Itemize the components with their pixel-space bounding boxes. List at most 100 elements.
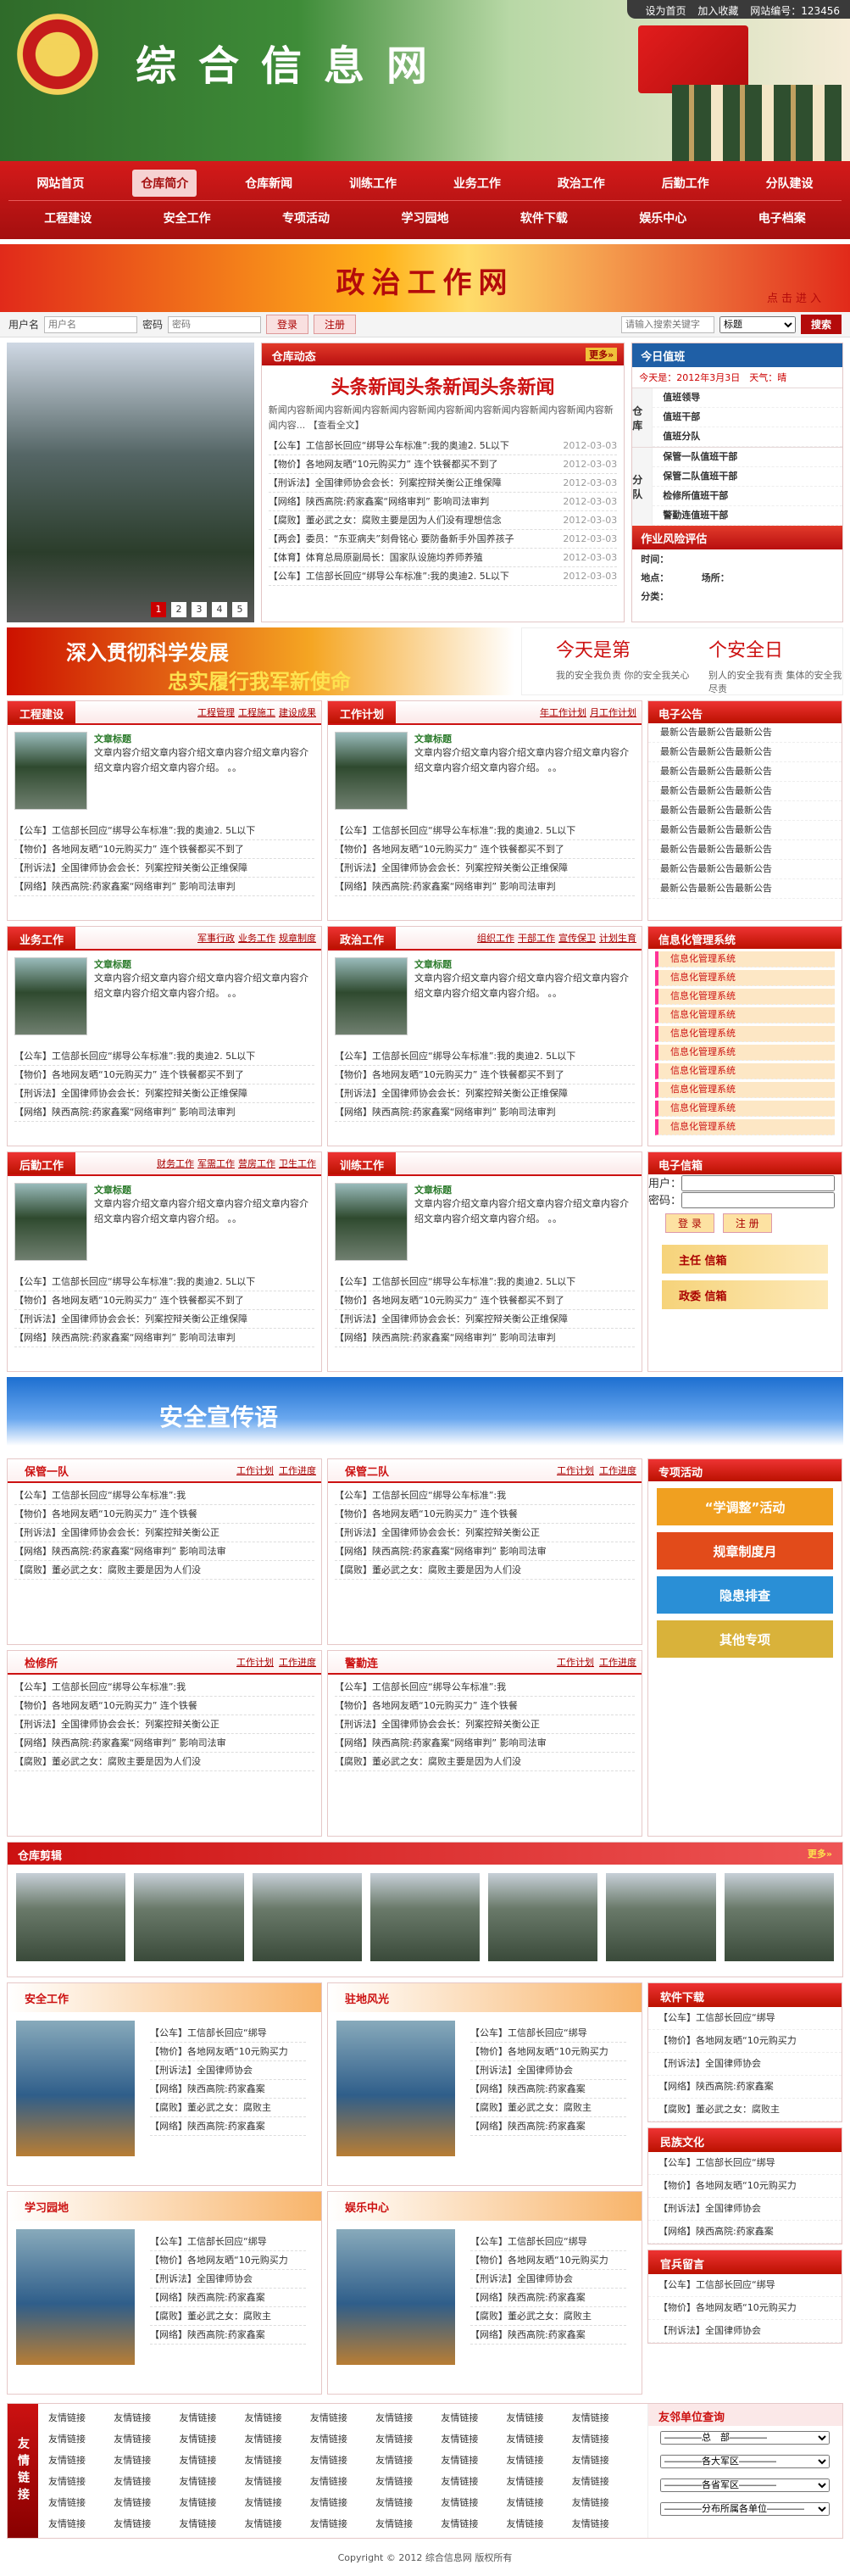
news-item[interactable]: 【腐败】董必武之女：腐败主要是因为人们没有理想信念2012-03-03 xyxy=(269,511,618,530)
duty-item[interactable]: 保管一队值班干部 xyxy=(653,448,842,467)
friend-link[interactable]: 友情链接 xyxy=(441,2411,506,2425)
photo-module-item[interactable]: 【公车】工信部长回应“绑导 xyxy=(150,2024,306,2043)
friend-link[interactable]: 友情链接 xyxy=(48,2495,114,2510)
news-item-title[interactable]: 【刑诉法】全国律师协会会长：列案控辩关衡公正维保障 xyxy=(269,474,502,492)
module-list-item[interactable]: 【物价】各地网友晒“10元购买力” 连个铁餐都买不到了 xyxy=(14,1291,314,1310)
gallery-photo[interactable] xyxy=(488,1873,597,1961)
friend-link[interactable]: 友情链接 xyxy=(48,2411,114,2425)
news-item-title[interactable]: 【公车】工信部长回应“绑导公车标准”:我的奥迪2. 5L以下 xyxy=(269,567,509,585)
module-image[interactable] xyxy=(335,732,408,810)
team-module-sublink[interactable]: 工作进度 xyxy=(279,1465,316,1476)
friend-link[interactable]: 友情链接 xyxy=(375,2495,441,2510)
team-module-sublink[interactable]: 工作进度 xyxy=(599,1657,636,1668)
search-input[interactable] xyxy=(621,316,714,333)
notice-item[interactable]: 最新公告最新公告最新公告 xyxy=(648,840,842,860)
duty-item[interactable]: 检修所值班干部 xyxy=(653,487,842,506)
friend-link[interactable]: 友情链接 xyxy=(375,2411,441,2425)
commissar-mailbox[interactable]: 政委 信箱 xyxy=(662,1280,828,1309)
friend-link[interactable]: 友情链接 xyxy=(245,2474,310,2489)
notice-item[interactable]: 最新公告最新公告最新公告 xyxy=(648,743,842,762)
module-list-item[interactable]: 【公车】工信部长回应“绑导公车标准”:我的奥迪2. 5L以下 xyxy=(14,822,314,840)
team-list-item[interactable]: 【刑诉法】全国律师协会会长：列案控辩关衡公正 xyxy=(335,1524,635,1542)
photo-module-image[interactable] xyxy=(336,2229,455,2365)
module-title[interactable]: 工程建设 xyxy=(8,701,75,723)
team-module-title[interactable]: 检修所 xyxy=(25,1654,58,1670)
photo-module-item[interactable]: 【腐败】董必武之女：腐败主 xyxy=(150,2099,306,2117)
friend-link[interactable]: 友情链接 xyxy=(114,2453,179,2467)
friend-link[interactable]: 友情链接 xyxy=(245,2432,310,2446)
notice-item[interactable]: 最新公告最新公告最新公告 xyxy=(648,723,842,743)
password-input[interactable] xyxy=(168,316,261,333)
right-panel-item[interactable]: 【刑诉法】全国律师协会 xyxy=(648,2320,842,2343)
team-module-title[interactable]: 保管一队 xyxy=(25,1463,69,1479)
team-list-item[interactable]: 【公车】工信部长回应“绑导公车标准”:我 xyxy=(14,1486,314,1505)
module-sublink[interactable]: 业务工作 xyxy=(238,933,275,944)
module-title[interactable]: 政治工作 xyxy=(328,927,396,949)
module-list-item[interactable]: 【公车】工信部长回应“绑导公车标准”:我的奥迪2. 5L以下 xyxy=(335,1273,635,1291)
friend-link[interactable]: 友情链接 xyxy=(310,2474,375,2489)
enter-link[interactable]: 点击进入 xyxy=(767,289,825,305)
module-list-item[interactable]: 【网络】陕西高院:药家鑫案“网络审判” 影响司法审判 xyxy=(14,1103,314,1122)
nav-item[interactable]: 娱乐中心 xyxy=(631,204,695,231)
module-article-title[interactable]: 文章标题 xyxy=(414,957,635,971)
photo-module-item[interactable]: 【刑诉法】全国律师协会 xyxy=(150,2061,306,2080)
friend-link[interactable]: 友情链接 xyxy=(375,2517,441,2531)
module-list-item[interactable]: 【物价】各地网友晒“10元购买力” 连个铁餐都买不到了 xyxy=(14,840,314,859)
register-button[interactable]: 注册 xyxy=(314,315,356,334)
right-panel-item[interactable]: 【物价】各地网友晒“10元购买力 xyxy=(648,2030,842,2053)
info-system-link[interactable]: 信息化管理系统 xyxy=(655,1026,835,1042)
friend-link[interactable]: 友情链接 xyxy=(507,2453,572,2467)
friend-link[interactable]: 友情链接 xyxy=(245,2495,310,2510)
team-list-item[interactable]: 【腐败】董必武之女：腐败主要是因为人们没 xyxy=(335,1753,635,1771)
info-system-link[interactable]: 信息化管理系统 xyxy=(655,1101,835,1117)
team-list-item[interactable]: 【网络】陕西高院:药家鑫案“网络审判” 影响司法审 xyxy=(14,1734,314,1753)
read-all-link[interactable]: 【查看全文】 xyxy=(308,420,364,431)
gallery-photo[interactable] xyxy=(370,1873,480,1961)
friend-link[interactable]: 友情链接 xyxy=(572,2411,637,2425)
photo-module-item[interactable]: 【网络】陕西高院:药家鑫案 xyxy=(470,2326,626,2345)
friend-link[interactable]: 友情链接 xyxy=(572,2474,637,2489)
module-image[interactable] xyxy=(335,1183,408,1261)
gallery-photo[interactable] xyxy=(725,1873,834,1961)
duty-item[interactable]: 保管二队值班干部 xyxy=(653,467,842,487)
module-list-item[interactable]: 【物价】各地网友晒“10元购买力” 连个铁餐都买不到了 xyxy=(14,1066,314,1084)
team-module-sublink[interactable]: 工作进度 xyxy=(279,1657,316,1668)
team-list-item[interactable]: 【公车】工信部长回应“绑导公车标准”:我 xyxy=(335,1486,635,1505)
special-activity-banner[interactable]: “学调整”活动 xyxy=(657,1488,833,1525)
news-item[interactable]: 【体育】体育总局原副局长：国家队设施均养师养殖2012-03-03 xyxy=(269,549,618,567)
friend-link[interactable]: 友情链接 xyxy=(114,2474,179,2489)
team-list-item[interactable]: 【物价】各地网友晒“10元购买力” 连个铁餐 xyxy=(14,1697,314,1715)
photo-module-item[interactable]: 【刑诉法】全国律师协会 xyxy=(470,2061,626,2080)
photo-module-item[interactable]: 【网络】陕西高院:药家鑫案 xyxy=(470,2289,626,2307)
info-system-link[interactable]: 信息化管理系统 xyxy=(655,989,835,1005)
nav-item[interactable]: 仓库新闻 xyxy=(236,170,301,197)
module-sublink[interactable]: 年工作计划 xyxy=(540,707,586,718)
headline[interactable]: 头条新闻头条新闻头条新闻 xyxy=(262,365,625,403)
right-panel-item[interactable]: 【公车】工信部长回应“绑导 xyxy=(648,2007,842,2030)
team-module-sublink[interactable]: 工作进度 xyxy=(599,1465,636,1476)
photo-module-title[interactable]: 学习园地 xyxy=(8,2192,321,2221)
mail-register-button[interactable]: 注 册 xyxy=(723,1213,772,1233)
team-module-sublink[interactable]: 工作计划 xyxy=(557,1465,594,1476)
notice-item[interactable]: 最新公告最新公告最新公告 xyxy=(648,821,842,840)
team-module-title[interactable]: 警勤连 xyxy=(345,1654,378,1670)
friend-link[interactable]: 友情链接 xyxy=(310,2517,375,2531)
photo-module-item[interactable]: 【网络】陕西高院:药家鑫案 xyxy=(150,2326,306,2345)
module-list-item[interactable]: 【刑诉法】全国律师协会会长：列案控辩关衡公正维保障 xyxy=(14,1310,314,1329)
photo-module-item[interactable]: 【腐败】董必武之女：腐败主 xyxy=(470,2099,626,2117)
friend-link[interactable]: 友情链接 xyxy=(375,2432,441,2446)
search-button[interactable]: 搜索 xyxy=(801,315,842,334)
module-title[interactable]: 训练工作 xyxy=(328,1152,396,1174)
friend-link[interactable]: 友情链接 xyxy=(507,2432,572,2446)
module-image[interactable] xyxy=(14,957,87,1035)
module-list-item[interactable]: 【物价】各地网友晒“10元购买力” 连个铁餐都买不到了 xyxy=(335,1291,635,1310)
module-article-title[interactable]: 文章标题 xyxy=(414,732,635,745)
friend-link[interactable]: 友情链接 xyxy=(572,2432,637,2446)
module-article-title[interactable]: 文章标题 xyxy=(94,732,314,745)
photo-module-item[interactable]: 【物价】各地网友晒“10元购买力 xyxy=(470,2043,626,2061)
module-list-item[interactable]: 【公车】工信部长回应“绑导公车标准”:我的奥迪2. 5L以下 xyxy=(14,1047,314,1066)
friend-link[interactable]: 友情链接 xyxy=(245,2517,310,2531)
friend-link[interactable]: 友情链接 xyxy=(441,2517,506,2531)
friend-link[interactable]: 友情链接 xyxy=(507,2411,572,2425)
special-activity-banner[interactable]: 其他专项 xyxy=(657,1620,833,1658)
